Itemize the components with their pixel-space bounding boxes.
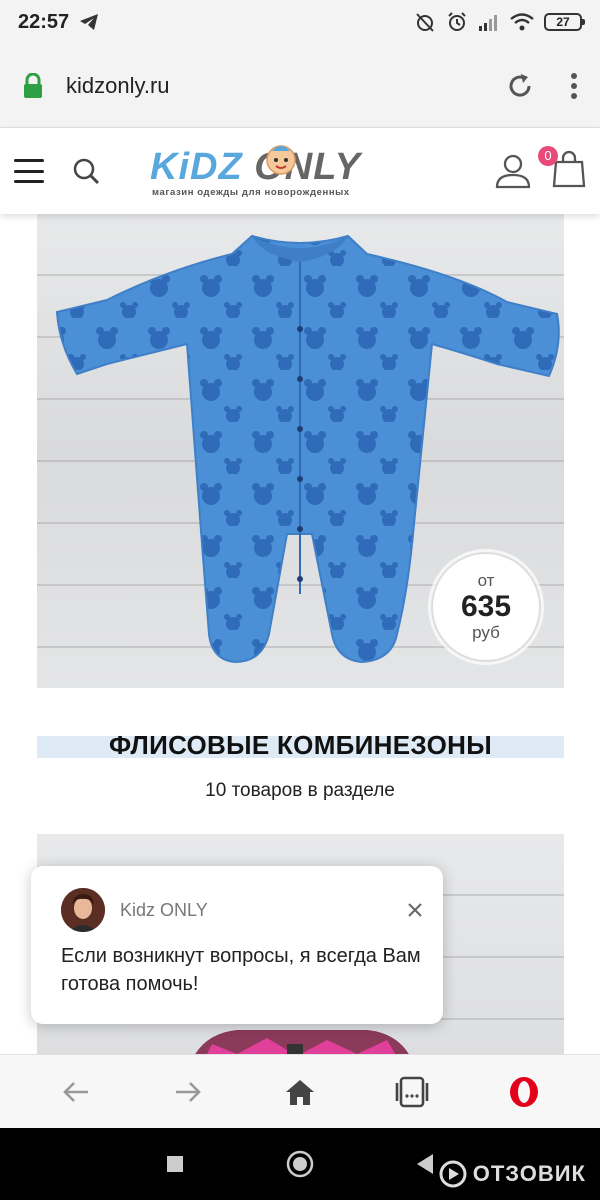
chat-popup[interactable]: Kidz ONLY Если возникнут вопросы, я всег… (31, 866, 443, 1024)
tabs-button[interactable] (382, 1067, 442, 1117)
forward-button[interactable] (158, 1067, 218, 1117)
arrow-left-icon (63, 1081, 88, 1102)
category-image[interactable]: от 635 руб (37, 214, 564, 688)
category-title[interactable]: ФЛИСОВЫЕ КОМБИНЕЗОНЫ (37, 730, 564, 761)
price-currency: руб (472, 623, 500, 642)
url-text[interactable]: kidzonly.ru (66, 73, 170, 99)
back-nav-icon[interactable] (415, 1153, 435, 1175)
watermark-text: ОТЗОВИК (472, 1161, 586, 1186)
category-item-count: 10 товаров в разделе (205, 780, 395, 801)
alarm-off-icon (416, 13, 434, 32)
price-badge: от 635 руб (431, 552, 541, 662)
status-bar: 22:57 27 (0, 0, 600, 44)
price-from-label: от (477, 571, 495, 590)
cart-button[interactable]: 0 (538, 145, 586, 193)
home-button[interactable] (270, 1067, 330, 1117)
user-account-icon[interactable] (494, 153, 532, 189)
logo-tagline: магазин одежды для новорожденных (152, 187, 350, 198)
category-title-block: ФЛИСОВЫЕ КОМБИНЕЗОНЫ (37, 730, 564, 761)
browser-url-bar[interactable]: kidzonly.ru (0, 44, 600, 128)
chat-message: Если возникнут вопросы, я всегда Вам гот… (61, 945, 421, 995)
cart-count-badge: 0 (538, 145, 558, 166)
consultant-photo (61, 888, 105, 932)
recents-icon[interactable] (165, 1154, 185, 1174)
wifi-icon (510, 13, 534, 31)
opera-logo-icon (510, 1076, 538, 1107)
alarm-icon (448, 12, 466, 31)
tabs-icon (395, 1076, 429, 1107)
home-icon (286, 1079, 314, 1105)
watermark-logo-icon (439, 1160, 467, 1188)
more-menu-icon[interactable] (570, 72, 578, 100)
logo-wordmark: KiDZ ONLY (150, 147, 361, 187)
telegram-icon (80, 14, 99, 30)
arrow-right-icon (176, 1081, 201, 1102)
close-icon[interactable] (407, 902, 423, 918)
home-nav-icon[interactable] (285, 1149, 315, 1179)
chat-sender-name: Kidz ONLY (120, 900, 208, 920)
site-logo[interactable]: KiDZ ONLY магазин одежды для новорожденн… (150, 141, 425, 201)
logo-kidz: KiDZ (150, 146, 243, 188)
reload-icon[interactable] (506, 72, 534, 100)
search-icon[interactable] (72, 157, 100, 185)
status-time: 22:57 (18, 10, 70, 33)
back-button[interactable] (46, 1067, 106, 1117)
browser-bottom-toolbar (0, 1054, 600, 1128)
opera-menu-button[interactable] (494, 1067, 554, 1117)
chat-avatar (61, 888, 105, 932)
battery-indicator: 27 (544, 13, 585, 31)
otzovik-watermark: ОТЗОВИК (439, 1160, 586, 1188)
menu-icon[interactable] (14, 159, 44, 183)
status-icons: 27 (414, 11, 585, 33)
baby-face-icon (266, 145, 296, 175)
site-header: KiDZ ONLY магазин одежды для новорожденн… (0, 128, 600, 214)
signal-icon (479, 15, 497, 31)
lock-icon (24, 72, 42, 98)
battery-level: 27 (556, 15, 570, 29)
price-value: 635 (460, 590, 512, 623)
